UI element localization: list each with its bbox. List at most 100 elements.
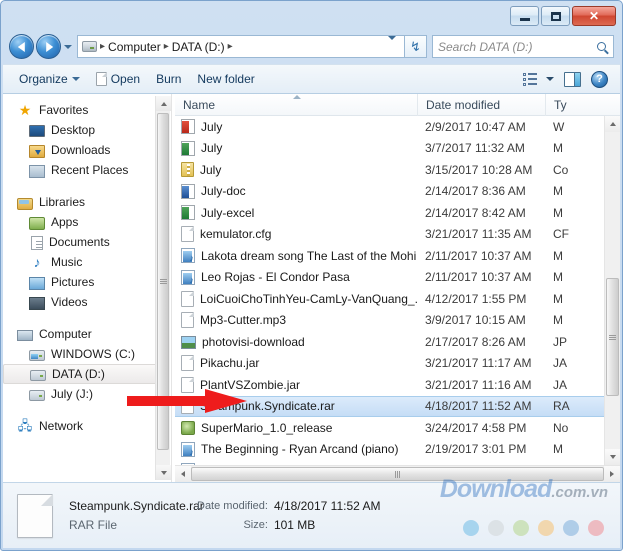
help-button[interactable]: ? xyxy=(591,71,608,88)
table-row[interactable]: July3/15/2017 10:28 AMCo xyxy=(175,159,604,181)
column-header-name[interactable]: Name xyxy=(175,94,417,116)
file-list-vertical-scrollbar[interactable] xyxy=(604,116,620,465)
sidebar-item-downloads[interactable]: Downloads xyxy=(3,140,171,160)
close-button[interactable]: ✕ xyxy=(572,6,616,26)
sidebar-item-pictures[interactable]: Pictures xyxy=(3,272,171,292)
sidebar-group-network[interactable]: 🖧 Network xyxy=(3,416,171,436)
file-name-label: Steampunk.Syndicate.rar xyxy=(200,399,335,413)
maximize-button[interactable] xyxy=(541,6,570,26)
breadcrumb-data-drive[interactable]: DATA (D:) xyxy=(170,40,227,54)
column-header-date-modified[interactable]: Date modified xyxy=(417,94,545,116)
refresh-button[interactable]: ↯ xyxy=(405,35,427,58)
file-list-horizontal-scrollbar[interactable] xyxy=(175,465,620,482)
vertical-scrollbar-thumb[interactable] xyxy=(606,278,619,396)
sidebar-item-downloads-label: Downloads xyxy=(51,143,110,157)
table-row[interactable]: kemulator.cfg3/21/2017 11:35 AMCF xyxy=(175,224,604,246)
search-input[interactable]: Search DATA (D:) xyxy=(438,40,597,54)
file-name-cell: The Beginning - Ryan Arcand (piano) xyxy=(175,442,417,457)
sidebar-scroll-down-button[interactable] xyxy=(156,465,171,480)
preview-pane-button[interactable] xyxy=(564,72,581,87)
scroll-right-button[interactable] xyxy=(604,466,620,482)
horizontal-scrollbar-thumb[interactable] xyxy=(191,467,604,481)
sidebar-item-apps[interactable]: Apps xyxy=(3,212,171,232)
sidebar-item-music[interactable]: ♪ Music xyxy=(3,252,171,272)
table-row[interactable]: Mp3-Cutter.mp33/9/2017 10:15 AMM xyxy=(175,310,604,332)
details-meta-column: Date modified: 4/18/2017 11:52 AM Size: … xyxy=(197,497,380,535)
address-dropdown-button[interactable] xyxy=(382,40,402,54)
table-row[interactable]: LoiCuoiChoTinhYeu-CamLy-VanQuang_...4/12… xyxy=(175,288,604,310)
address-bar[interactable]: ▸ Computer ▸ DATA (D:) ▸ xyxy=(77,35,405,58)
view-options-button[interactable] xyxy=(523,73,554,86)
file-type-cell: W xyxy=(545,120,604,134)
pdf-file-icon xyxy=(181,119,195,134)
sidebar-item-recent-places[interactable]: Recent Places xyxy=(3,160,171,180)
blank-file-icon xyxy=(181,355,194,371)
file-type-cell: M xyxy=(545,206,604,220)
back-button[interactable] xyxy=(9,34,34,59)
file-type-cell: M xyxy=(545,270,604,284)
media-file-icon xyxy=(181,270,195,285)
scroll-left-button[interactable] xyxy=(175,466,191,482)
forward-button[interactable] xyxy=(36,34,61,59)
table-row[interactable]: Steampunk.Syndicate.rar 4/18/2017 11:52 A… xyxy=(175,396,604,418)
watermark-dot xyxy=(513,520,529,536)
close-icon: ✕ xyxy=(589,9,599,23)
help-icon: ? xyxy=(596,73,603,85)
burn-button[interactable]: Burn xyxy=(148,69,189,89)
harddrive-icon xyxy=(29,350,45,361)
file-name-label: July xyxy=(201,120,222,134)
refresh-icon: ↯ xyxy=(410,39,421,55)
sidebar-group-favorites[interactable]: ★ Favorites xyxy=(3,100,171,120)
file-name-cell: July-excel xyxy=(175,205,417,220)
sidebar-scroll-up-button[interactable] xyxy=(156,96,171,111)
sidebar-scrollbar[interactable] xyxy=(155,96,170,480)
table-row[interactable]: Pikachu.jar3/21/2017 11:17 AMJA xyxy=(175,353,604,375)
sidebar-group-libraries[interactable]: Libraries xyxy=(3,192,171,212)
scroll-down-button[interactable] xyxy=(605,449,620,465)
file-type-cell: M xyxy=(545,313,604,327)
file-list-pane: Name Date modified Ty July2/9/2017 10:47… xyxy=(175,94,620,482)
sidebar-item-july-j[interactable]: July (J:) xyxy=(3,384,171,404)
sidebar-group-computer[interactable]: Computer xyxy=(3,324,171,344)
file-date-cell: 4/18/2017 11:52 AM xyxy=(417,399,545,413)
new-folder-button[interactable]: New folder xyxy=(189,69,262,89)
table-row[interactable]: PlantVSZombie.jar3/21/2017 11:16 AMJA xyxy=(175,374,604,396)
file-name-label: kemulator.cfg xyxy=(200,227,271,241)
table-row[interactable]: July2/9/2017 10:47 AMW xyxy=(175,116,604,138)
scroll-up-button[interactable] xyxy=(605,116,620,132)
chevron-down-icon xyxy=(161,471,167,475)
table-row[interactable]: SuperMario_1.0_release3/24/2017 4:58 PMN… xyxy=(175,417,604,439)
table-row[interactable]: Leo Rojas - El Condor Pasa2/11/2017 10:3… xyxy=(175,267,604,289)
list-view-icon xyxy=(523,73,539,86)
watermark-dot xyxy=(463,520,479,536)
exe-file-icon xyxy=(181,421,195,435)
minimize-button[interactable] xyxy=(510,6,539,26)
recent-pages-button[interactable] xyxy=(61,34,75,59)
sidebar-item-data-d[interactable]: DATA (D:) xyxy=(3,364,163,384)
table-row[interactable]: photovisi-download2/17/2017 8:26 AMJP xyxy=(175,331,604,353)
search-box[interactable]: Search DATA (D:) xyxy=(432,35,614,58)
sidebar-item-desktop[interactable]: Desktop xyxy=(3,120,171,140)
breadcrumb-computer[interactable]: Computer xyxy=(106,40,163,54)
column-header-type[interactable]: Ty xyxy=(545,94,620,116)
sidebar-item-videos[interactable]: Videos xyxy=(3,292,171,312)
sidebar-scrollbar-thumb[interactable] xyxy=(157,113,169,450)
open-button[interactable]: Open xyxy=(88,69,148,89)
sidebar-item-documents[interactable]: Documents xyxy=(3,232,171,252)
file-name-cell: July xyxy=(175,162,417,177)
chevron-right-icon xyxy=(610,471,614,477)
table-row[interactable]: Lakota dream song The Last of the Mohi..… xyxy=(175,245,604,267)
file-type-cell: Co xyxy=(545,163,604,177)
breadcrumb-data-drive-label: DATA (D:) xyxy=(172,40,225,54)
organize-button[interactable]: Organize xyxy=(11,69,88,89)
table-row[interactable]: The Beginning - Ryan Arcand (piano)2/19/… xyxy=(175,439,604,461)
breadcrumb-separator-3: ▸ xyxy=(227,41,234,52)
table-row[interactable]: July-doc2/14/2017 8:36 AMM xyxy=(175,181,604,203)
file-preview-icon xyxy=(17,494,53,538)
details-date-value: 4/18/2017 11:52 AM xyxy=(274,497,381,516)
libraries-icon xyxy=(17,198,33,210)
pictures-icon xyxy=(29,277,45,290)
sidebar-item-windows-c[interactable]: WINDOWS (C:) xyxy=(3,344,171,364)
table-row[interactable]: July3/7/2017 11:32 AMM xyxy=(175,138,604,160)
table-row[interactable]: July-excel2/14/2017 8:42 AMM xyxy=(175,202,604,224)
